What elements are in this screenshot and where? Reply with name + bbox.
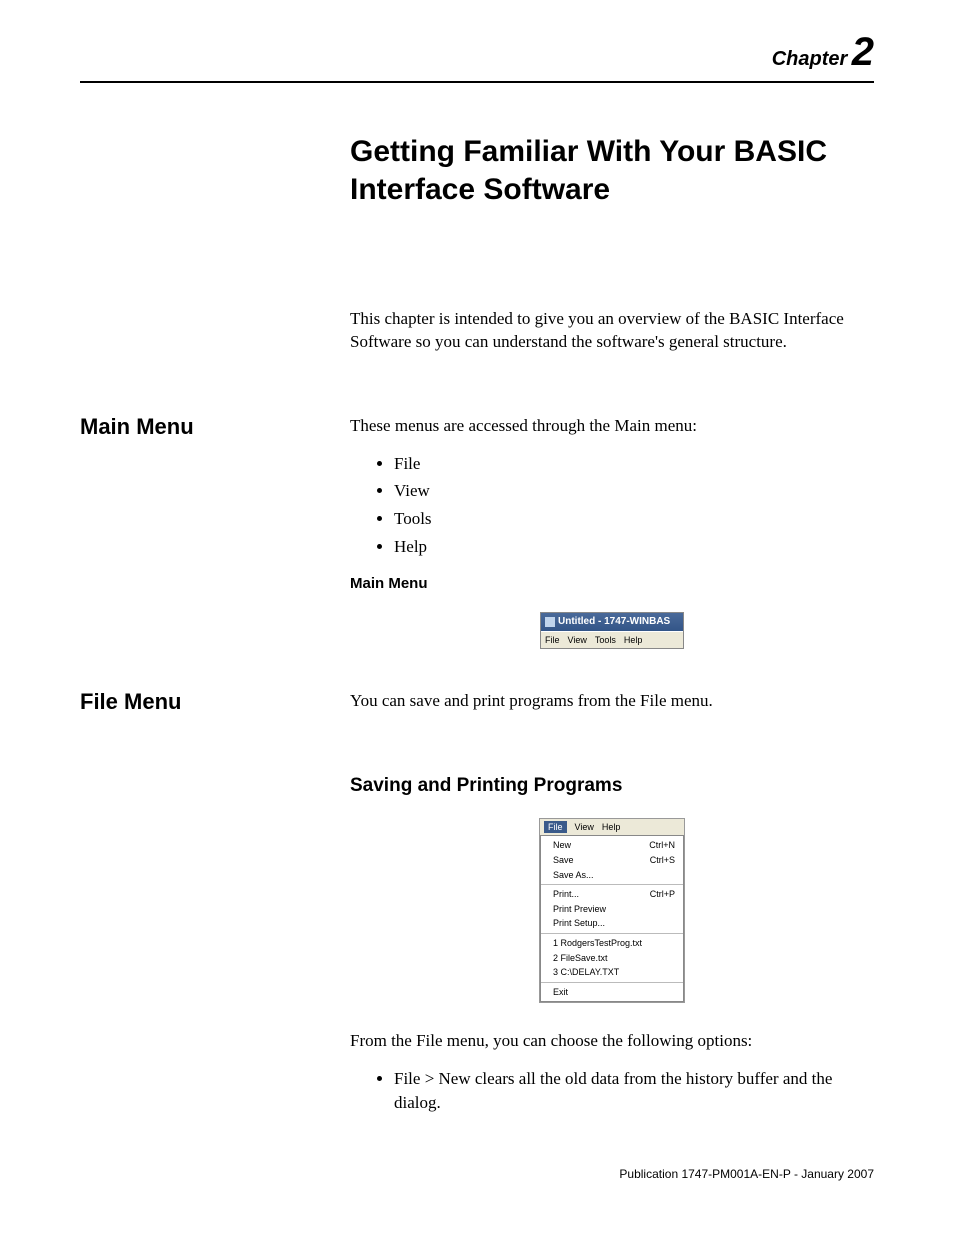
menu-item: View <box>568 634 587 647</box>
file-menu-screenshot: File View Help New Ctrl+N Save Ctrl+S Save… <box>539 818 685 1004</box>
menu-item-print-preview: Print Preview <box>553 903 606 916</box>
menu-item-new: New <box>553 839 571 852</box>
list-item: Tools <box>394 507 874 531</box>
main-menu-list: File View Tools Help <box>394 452 874 559</box>
file-menu-after: From the File menu, you can choose the f… <box>350 1029 874 1053</box>
figure-caption-main-menu: Main Menu <box>350 573 874 594</box>
menu-item: Tools <box>595 634 616 647</box>
shortcut: Ctrl+N <box>649 839 675 852</box>
intro-paragraph: This chapter is intended to give you an … <box>350 308 874 354</box>
menu-item-recent-1: 1 RodgersTestProg.txt <box>553 937 642 950</box>
menubar-view: View <box>575 821 594 834</box>
menu-item-recent-3: 3 C:\DELAY.TXT <box>553 966 619 979</box>
menubar-file: File <box>544 821 567 834</box>
chapter-label: Chapter <box>772 48 848 70</box>
section-heading-main-menu: Main Menu <box>80 414 194 440</box>
publication-footer: Publication 1747-PM001A-EN-P - January 2… <box>619 1167 874 1181</box>
menu-item-recent-2: 2 FileSave.txt <box>553 952 608 965</box>
menu-item: File <box>545 634 560 647</box>
chapter-header: Chapter 2 <box>80 30 874 83</box>
menu-item-exit: Exit <box>553 986 568 999</box>
list-item: File > New clears all the old data from … <box>394 1067 874 1115</box>
window-title: Untitled - 1747-WINBAS <box>558 615 670 629</box>
menu-item-save-as: Save As... <box>553 869 594 882</box>
menu-item-save: Save <box>553 854 574 867</box>
list-item: View <box>394 479 874 503</box>
app-icon <box>545 617 555 627</box>
menu-item-print-setup: Print Setup... <box>553 917 605 930</box>
menubar-help: Help <box>602 821 621 834</box>
menu-item: Help <box>624 634 643 647</box>
file-menu-options-list: File > New clears all the old data from … <box>394 1067 874 1115</box>
subheading-saving-printing: Saving and Printing Programs <box>350 773 874 800</box>
menu-item-print: Print... <box>553 888 579 901</box>
main-menu-lead: These menus are accessed through the Mai… <box>350 414 874 438</box>
main-menu-window-screenshot: Untitled - 1747-WINBAS File View Tools H… <box>540 612 684 650</box>
page-title: Getting Familiar With Your BASIC Interfa… <box>350 133 874 208</box>
list-item: File <box>394 452 874 476</box>
chapter-number: 2 <box>852 30 874 74</box>
shortcut: Ctrl+P <box>650 888 675 901</box>
section-heading-file-menu: File Menu <box>80 689 181 715</box>
file-menu-lead: You can save and print programs from the… <box>350 689 874 713</box>
shortcut: Ctrl+S <box>650 854 675 867</box>
list-item: Help <box>394 535 874 559</box>
